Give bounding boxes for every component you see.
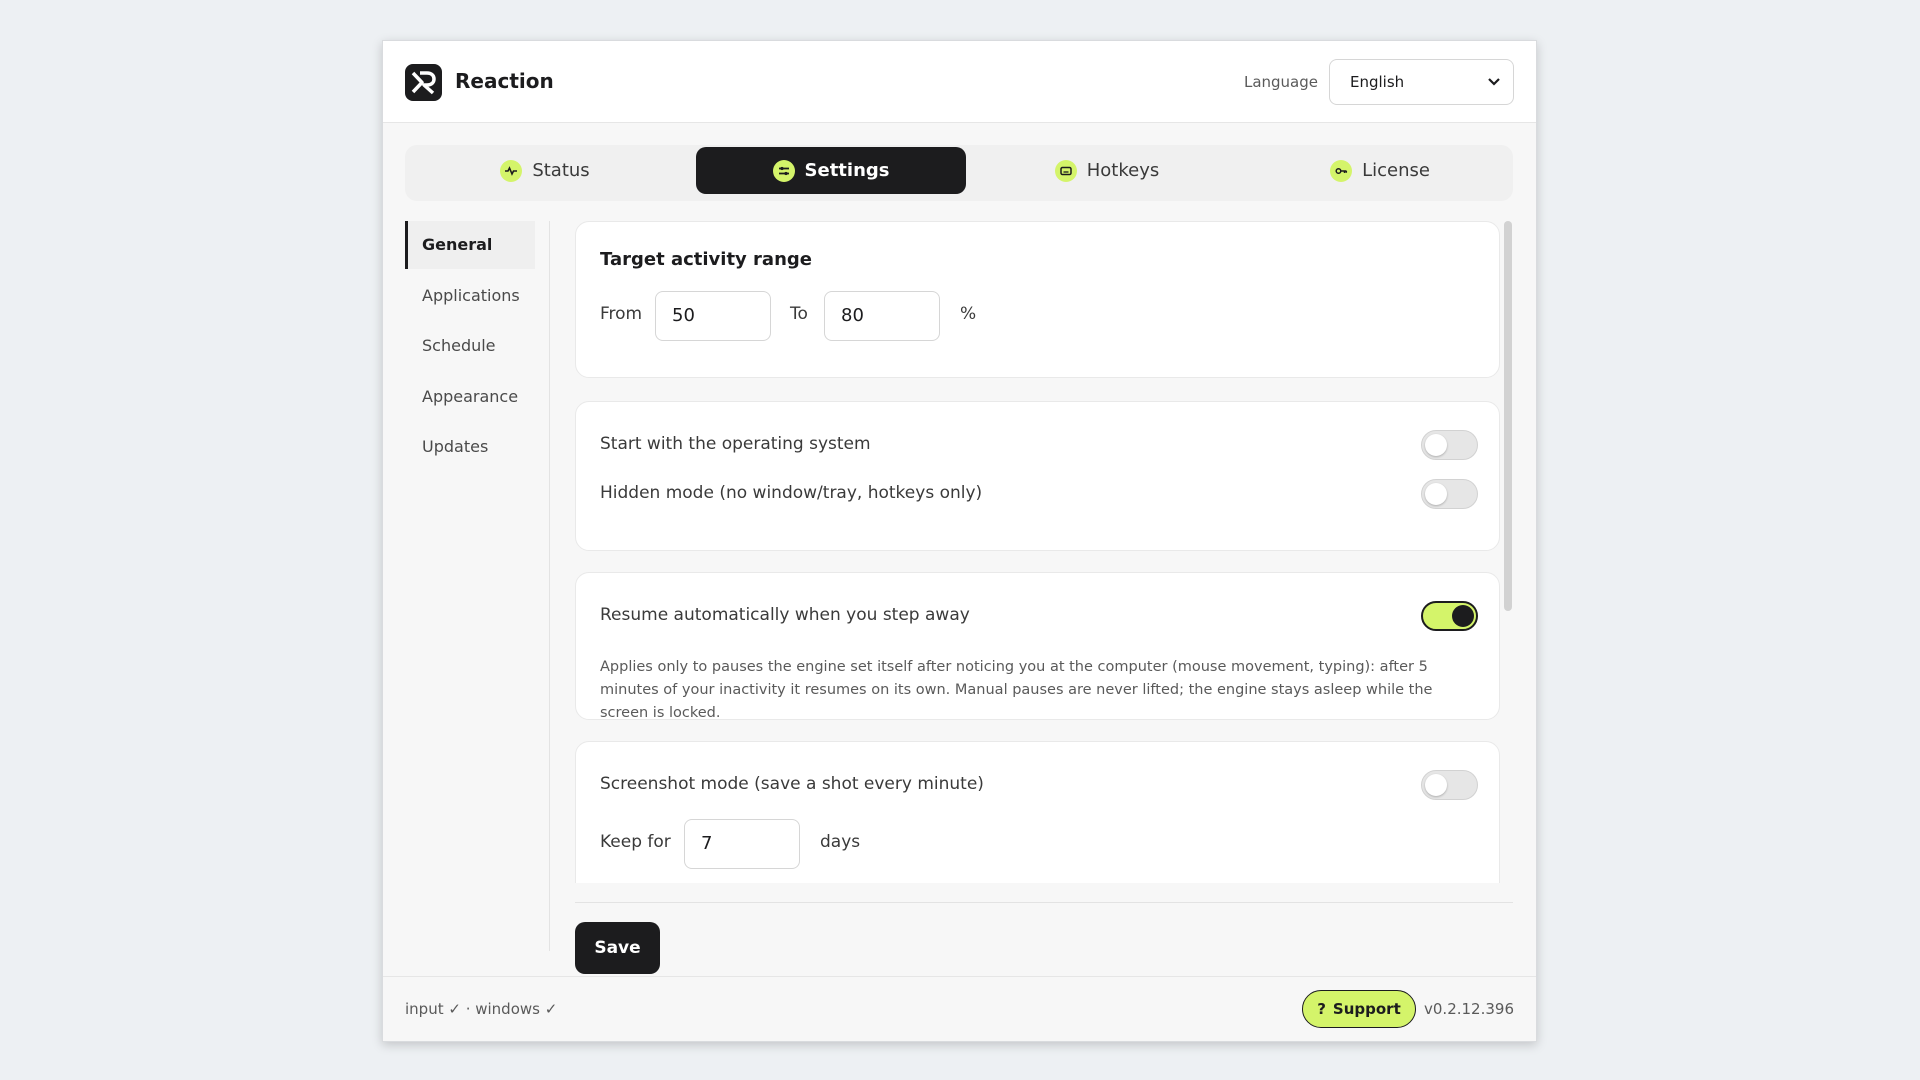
- tab-settings-label: Settings: [804, 160, 890, 181]
- version-label: v0.2.12.396: [1424, 1000, 1514, 1018]
- support-button[interactable]: ? Support: [1302, 990, 1416, 1028]
- question-icon: ?: [1317, 1000, 1326, 1018]
- resume-description: Applies only to pauses the engine set it…: [600, 659, 1433, 721]
- startup-card: Start with the operating system Hidden m…: [575, 401, 1500, 551]
- percent-unit: %: [960, 304, 977, 324]
- start-with-os-label: Start with the operating system: [600, 434, 871, 454]
- from-label: From: [600, 304, 643, 324]
- start-with-os-toggle[interactable]: [1421, 430, 1478, 460]
- connection-status: input ✓ · windows ✓: [405, 1000, 558, 1018]
- keep-for-label: Keep for: [600, 832, 671, 852]
- app-logo-icon: [405, 64, 442, 101]
- chevron-down-icon: [1488, 78, 1500, 86]
- tab-hotkeys-label: Hotkeys: [1086, 160, 1160, 181]
- resume-label: Resume automatically when you step away: [600, 605, 970, 625]
- settings-sidebar: General Applications Schedule Appearance…: [405, 221, 550, 951]
- activity-range-card: Target activity range From 50 To 80 %: [575, 221, 1500, 378]
- sidebar-item-updates[interactable]: Updates: [405, 423, 535, 471]
- app-window: Reaction Language English Status Setting…: [382, 40, 1537, 1042]
- actions-divider: [575, 902, 1513, 903]
- main-tabs: Status Settings Hotkeys License: [405, 145, 1513, 201]
- key-icon: [1330, 159, 1353, 182]
- hidden-mode-label: Hidden mode (no window/tray, hotkeys onl…: [600, 483, 983, 503]
- tab-settings[interactable]: Settings: [696, 147, 966, 194]
- settings-content[interactable]: Target activity range From 50 To 80 % St…: [575, 221, 1500, 883]
- keyboard-icon: [1054, 159, 1077, 182]
- tab-hotkeys[interactable]: Hotkeys: [972, 147, 1242, 194]
- sidebar-item-applications[interactable]: Applications: [405, 272, 535, 320]
- content-scrollbar-thumb[interactable]: [1504, 221, 1512, 611]
- keep-days-unit: days: [820, 832, 861, 852]
- to-label: To: [790, 304, 808, 324]
- from-input[interactable]: 50: [655, 291, 771, 341]
- keep-days-input[interactable]: 7: [684, 819, 800, 869]
- tab-license[interactable]: License: [1245, 147, 1515, 194]
- header: Reaction Language English: [383, 41, 1536, 123]
- sliders-icon: [772, 159, 795, 182]
- language-label: Language: [1243, 73, 1318, 91]
- screenshot-mode-label: Screenshot mode (save a shot every minut…: [600, 774, 984, 794]
- language-select-value: English: [1350, 73, 1405, 91]
- support-label: Support: [1332, 1000, 1401, 1018]
- sidebar-item-general[interactable]: General: [405, 221, 535, 269]
- footer: input ✓ · windows ✓ ? Support v0.2.12.39…: [383, 976, 1536, 1041]
- app-title: Reaction: [455, 69, 554, 93]
- sidebar-item-appearance[interactable]: Appearance: [405, 373, 535, 421]
- resume-toggle[interactable]: [1421, 601, 1478, 631]
- tab-status[interactable]: Status: [410, 147, 680, 194]
- pulse-icon: [500, 159, 523, 182]
- language-select[interactable]: English: [1329, 59, 1514, 105]
- hidden-mode-toggle[interactable]: [1421, 479, 1478, 509]
- screenshot-mode-toggle[interactable]: [1421, 770, 1478, 800]
- to-input[interactable]: 80: [824, 291, 940, 341]
- tab-license-label: License: [1362, 160, 1430, 181]
- resume-card: Resume automatically when you step away …: [575, 572, 1500, 721]
- screenshot-card: Screenshot mode (save a shot every minut…: [575, 741, 1500, 883]
- activity-range-title: Target activity range: [600, 249, 812, 270]
- sidebar-item-schedule[interactable]: Schedule: [405, 322, 535, 370]
- save-button[interactable]: Save: [575, 922, 660, 974]
- tab-status-label: Status: [532, 160, 590, 181]
